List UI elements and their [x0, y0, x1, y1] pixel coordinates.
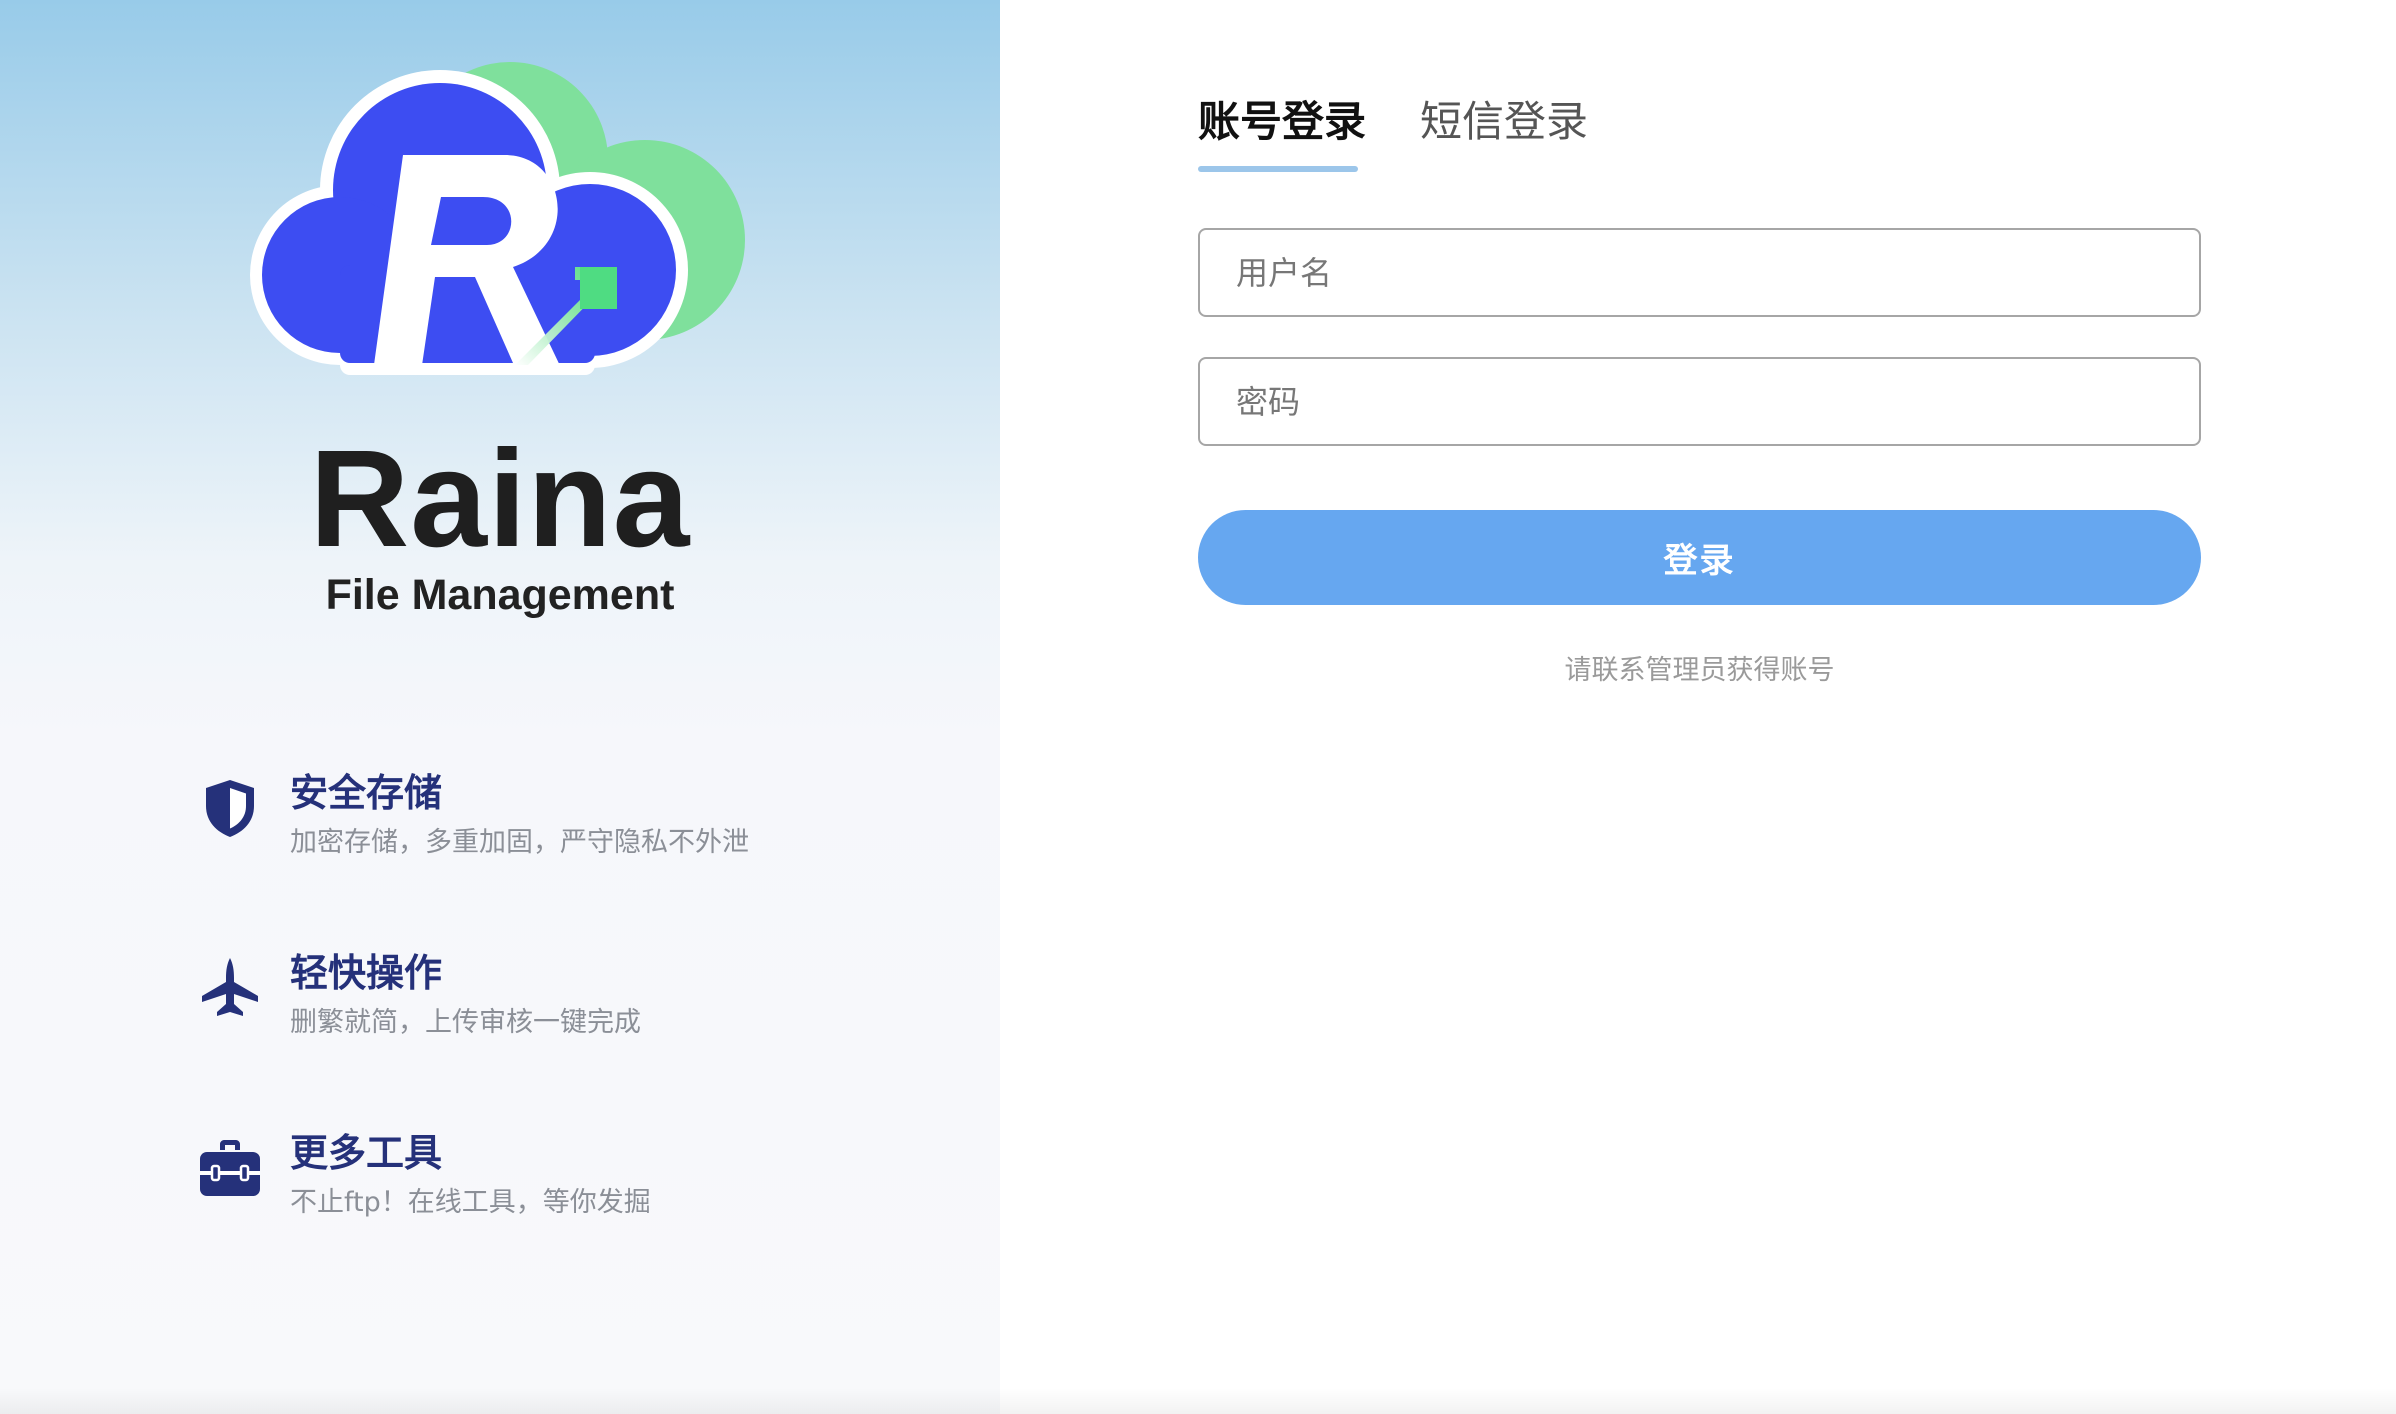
login-button[interactable]: 登录 — [1198, 510, 2201, 605]
feature-desc: 不止ftp！在线工具，等你发掘 — [290, 1187, 651, 1218]
tab-account-login[interactable]: 账号登录 — [1198, 90, 1366, 154]
bottom-edge-shadow — [0, 1388, 2396, 1414]
contact-admin-hint: 请联系管理员获得账号 — [1564, 655, 1835, 686]
feature-item: 更多工具 不止ftp！在线工具，等你发掘 — [198, 1130, 898, 1310]
feature-desc: 加密存储，多重加固，严守隐私不外泄 — [290, 827, 749, 858]
login-page: Raina File Management 安全存储 加密存储，多重加固，严守隐… — [0, 0, 2396, 1414]
username-input[interactable] — [1198, 228, 2201, 317]
login-panel: 账号登录 短信登录 登录 请联系管理员获得账号 — [1000, 0, 2396, 1414]
feature-title: 安全存储 — [290, 771, 443, 815]
brand-subtitle: File Management — [325, 571, 675, 619]
feature-title: 更多工具 — [290, 1131, 443, 1175]
toolbox-icon — [200, 1140, 260, 1196]
cloud-r-upload-logo — [250, 62, 745, 375]
shield-icon — [206, 780, 254, 837]
feature-item: 轻快操作 删繁就简，上传审核一键完成 — [198, 950, 898, 1130]
feature-item: 安全存储 加密存储，多重加固，严守隐私不外泄 — [198, 770, 898, 950]
tab-sms-login[interactable]: 短信登录 — [1420, 90, 1588, 154]
active-tab-indicator — [1198, 166, 1358, 172]
password-input[interactable] — [1198, 357, 2201, 446]
brand-name: Raina — [309, 422, 691, 576]
login-tabs: 账号登录 短信登录 — [1198, 90, 1698, 174]
brand-panel: Raina File Management 安全存储 加密存储，多重加固，严守隐… — [0, 0, 1000, 1414]
jet-icon — [202, 958, 258, 1016]
feature-list: 安全存储 加密存储，多重加固，严守隐私不外泄 轻快操作 删繁就简，上传审核一键完… — [198, 770, 898, 1310]
feature-desc: 删繁就简，上传审核一键完成 — [290, 1007, 641, 1038]
feature-title: 轻快操作 — [290, 951, 443, 995]
